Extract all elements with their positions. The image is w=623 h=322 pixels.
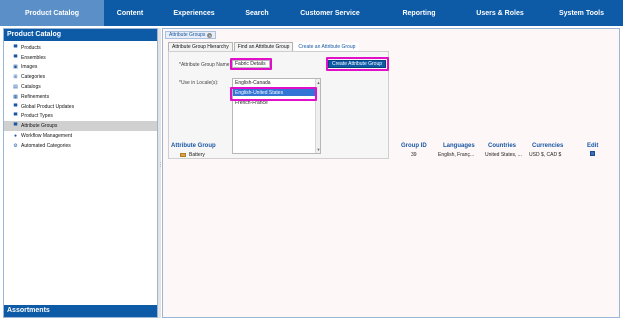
- shirt-icon: ▀: [13, 103, 18, 110]
- sidebar-title: Product Catalog: [4, 29, 157, 41]
- info-icon: ●: [13, 133, 18, 140]
- subtab-find[interactable]: Find an Attribute Group: [233, 42, 294, 51]
- refinement-icon: ▦: [13, 93, 18, 100]
- row-currencies: USD $, CAD $: [529, 152, 562, 158]
- sidebar-item-label: Automated Categories: [21, 142, 71, 149]
- top-nav: Product Catalog Content Experiences Sear…: [0, 0, 623, 26]
- tab-reporting[interactable]: Reporting: [378, 0, 460, 26]
- sidebar-item-label: Refinements: [21, 93, 50, 100]
- col-group-id: Group ID: [401, 143, 427, 149]
- name-input-highlight: [230, 58, 272, 70]
- sidebar-item-ensembles[interactable]: ▀ Ensembles: [4, 53, 157, 63]
- edit-icon[interactable]: [590, 151, 595, 156]
- sidebar-item-label: Attribute Groups: [21, 123, 58, 130]
- locale-option[interactable]: English-Canada: [233, 79, 320, 86]
- sidebar-item-label: Images: [21, 64, 38, 71]
- close-icon[interactable]: ×: [207, 32, 213, 38]
- sidebar-item-global-product-updates[interactable]: ▀ Global Product Updates: [4, 102, 157, 112]
- tab-system-tools[interactable]: System Tools: [540, 0, 623, 26]
- locale-label: *Use in Locale(s):: [179, 80, 219, 86]
- sidebar-item-automated-categories[interactable]: ⚙ Automated Categories: [4, 141, 157, 151]
- sidebar: Product Catalog ▀ Products ▀ Ensembles ▣ Im…: [3, 28, 158, 318]
- row-languages: English, Franç...: [438, 152, 475, 158]
- sidebar-item-label: Global Product Updates: [21, 103, 75, 110]
- tab-search[interactable]: Search: [232, 0, 282, 26]
- sidebar-item-catalogs[interactable]: ▤ Catalogs: [4, 82, 157, 92]
- row-group-id: 39: [411, 152, 417, 158]
- scroll-down-icon[interactable]: ▼: [316, 147, 321, 152]
- sidebar-item-label: Categories: [21, 74, 46, 81]
- shirt-icon: ▀: [13, 44, 18, 51]
- tab-users-roles[interactable]: Users & Roles: [460, 0, 540, 26]
- table-row[interactable]: Battery: [180, 152, 205, 158]
- col-attribute-group: Attribute Group: [171, 143, 216, 149]
- tab-product-catalog[interactable]: Product Catalog: [0, 0, 104, 26]
- tab-experiences[interactable]: Experiences: [156, 0, 232, 26]
- catalog-icon: ▤: [13, 84, 18, 91]
- scroll-up-icon[interactable]: ▲: [316, 80, 321, 85]
- sidebar-item-refinements[interactable]: ▦ Refinements: [4, 92, 157, 102]
- sidebar-footer-assortments[interactable]: Assortments: [4, 305, 157, 317]
- sidebar-item-categories[interactable]: ⊞ Categories: [4, 72, 157, 82]
- shirt-icon: ▀: [13, 123, 18, 130]
- image-icon: ▣: [13, 64, 18, 71]
- sidebar-item-product-types[interactable]: ▀ Product Types: [4, 112, 157, 122]
- shirt-icon: ▀: [13, 113, 18, 120]
- tab-content[interactable]: Content: [104, 0, 156, 26]
- col-countries: Countries: [488, 143, 517, 149]
- tab-customer-service[interactable]: Customer Service: [282, 0, 378, 26]
- sidebar-item-images[interactable]: ▣ Images: [4, 63, 157, 73]
- category-icon: ⊞: [13, 74, 18, 81]
- name-label: *Attribute Group Name:: [179, 62, 231, 68]
- subtab-hierarchy[interactable]: Attribute Group Hierarchy: [168, 42, 233, 51]
- sidebar-item-label: Products: [21, 44, 41, 51]
- subtab-create[interactable]: Create an Attribute Group: [294, 42, 360, 51]
- folder-icon: [180, 152, 186, 157]
- create-button-highlight: [326, 57, 389, 71]
- sidebar-item-label: Ensembles: [21, 54, 46, 61]
- sidebar-item-attribute-groups[interactable]: ▀ Attribute Groups: [4, 121, 157, 132]
- sidebar-item-label: Catalogs: [21, 84, 41, 91]
- col-currencies: Currencies: [532, 143, 564, 149]
- gear-icon: ⚙: [13, 142, 18, 149]
- tab-attribute-groups[interactable]: Attribute Groups ×: [165, 31, 217, 39]
- pane-splitter[interactable]: ⋮: [158, 28, 163, 318]
- row-name: Battery: [189, 152, 205, 158]
- locale-option-highlight: [230, 87, 317, 101]
- col-edit: Edit: [587, 143, 599, 149]
- tab-label: Attribute Groups: [169, 32, 206, 38]
- sidebar-item-label: Workflow Management: [21, 133, 73, 140]
- row-countries: United States, ...: [485, 152, 522, 158]
- sidebar-item-workflow-management[interactable]: ● Workflow Management: [4, 131, 157, 141]
- subtabs: Attribute Group Hierarchy Find an Attrib…: [168, 42, 360, 51]
- main-panel: Attribute Groups × Attribute Group Hiera…: [162, 28, 620, 318]
- sidebar-item-label: Product Types: [21, 113, 53, 120]
- sidebar-item-products[interactable]: ▀ Products: [4, 43, 157, 53]
- col-languages: Languages: [443, 143, 475, 149]
- shirt-icon: ▀: [13, 54, 18, 61]
